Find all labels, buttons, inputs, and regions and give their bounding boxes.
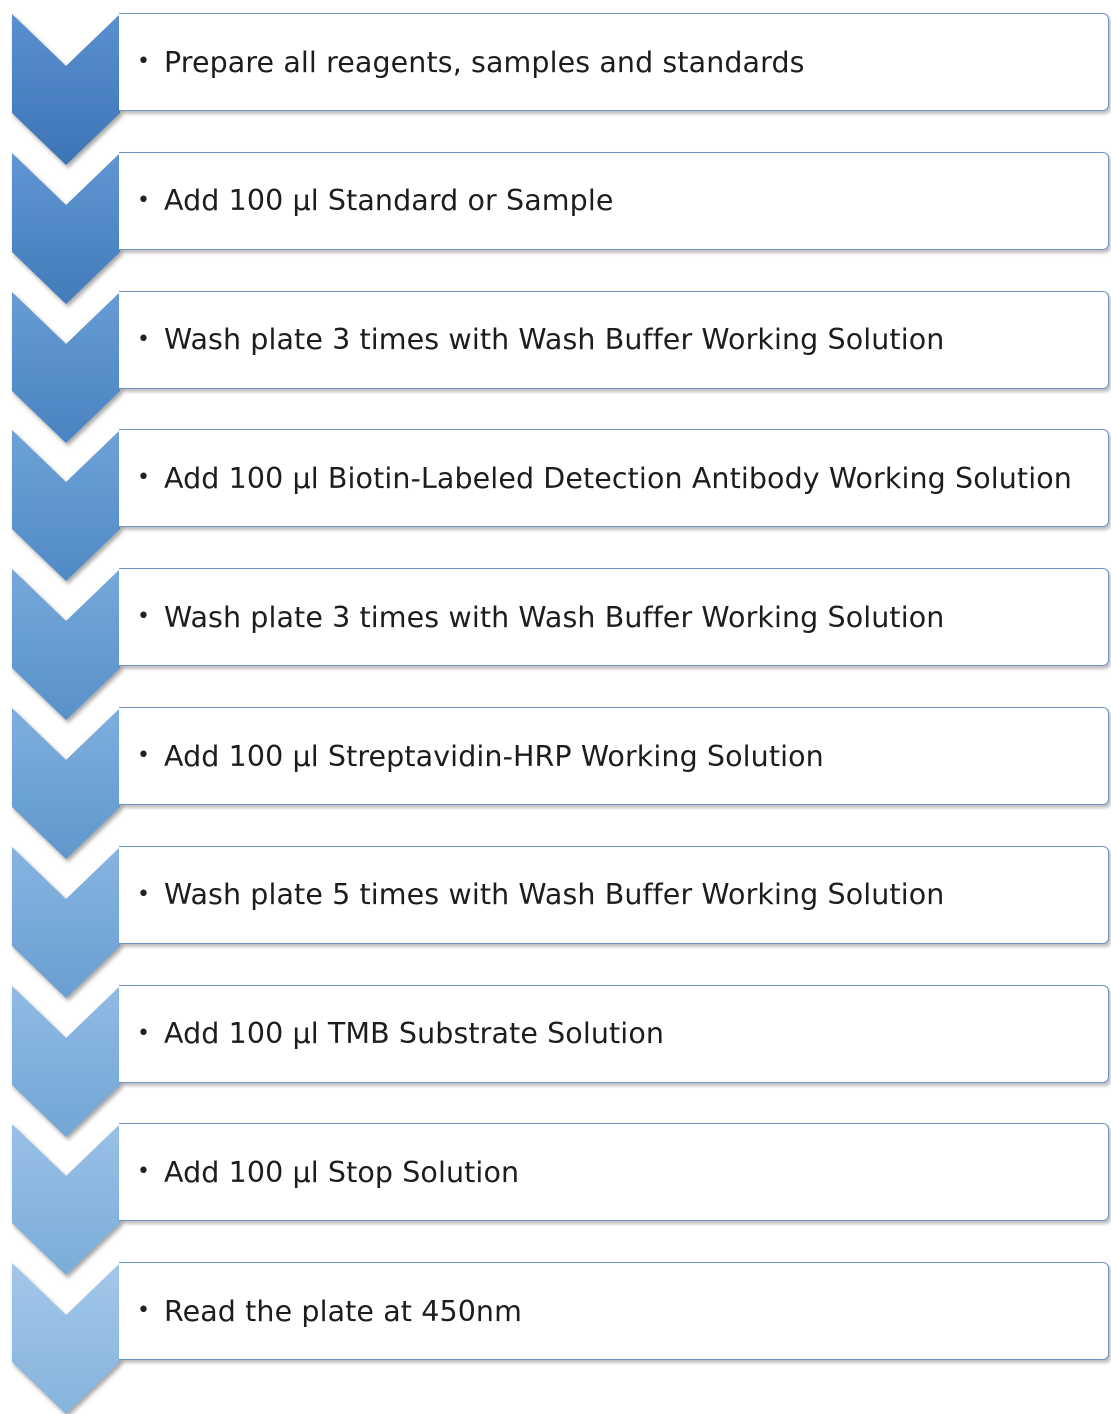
process-step-10: • Read the plate at 450nm [0,1249,1111,1414]
process-step-6: • Add 100 µl Streptavidin-HRP Working Sol… [0,694,1111,859]
bullet-icon: • [137,49,150,74]
step-box: • Read the plate at 450nm [119,1262,1109,1361]
step-label: Add 100 µl Stop Solution [163,1155,520,1189]
bullet-icon: • [137,1159,150,1185]
step-box: • Wash plate 3 times with Wash Buffer Wor… [119,290,1109,389]
bullet-icon: • [137,604,150,630]
step-label: Add 100 µl Streptavidin-HRP Working Solu… [163,739,824,773]
chevron-down-arrow-icon [0,416,130,582]
step-box: • Add 100 µl TMB Substrate Solution [119,984,1109,1083]
step-box: • Prepare all reagents, samples and stand… [119,13,1109,111]
bullet-icon: • [137,1020,150,1046]
chevron-down-arrow-icon [0,694,130,859]
step-box: • Add 100 µl Biotin-Labeled Detection Ant… [119,429,1109,528]
process-step-8: • Add 100 µl TMB Substrate Solution [0,972,1111,1137]
step-label: Add 100 µl Biotin-Labeled Detection Anti… [163,461,1072,495]
step-box: • Add 100 µl Stop Solution [119,1123,1109,1222]
process-step-4: • Add 100 µl Biotin-Labeled Detection Ant… [0,416,1111,582]
process-step-5: • Wash plate 3 times with Wash Buffer Wor… [0,555,1111,721]
bullet-icon: • [137,1298,150,1324]
process-step-9: • Add 100 µl Stop Solution [0,1110,1111,1276]
step-label: Add 100 µl TMB Substrate Solution [163,1017,665,1051]
process-flow-diagram: • Prepare all reagents, samples and stand… [0,0,1111,1414]
step-label: Wash plate 3 times with Wash Buffer Work… [163,600,945,634]
bullet-icon: • [137,187,150,213]
step-box: • Wash plate 5 times with Wash Buffer Wor… [119,845,1109,944]
chevron-shape [12,1263,120,1414]
chevron-down-arrow-icon [0,833,130,998]
step-box: • Add 100 µl Standard or Sample [119,151,1109,250]
process-step-3: • Wash plate 3 times with Wash Buffer Wor… [0,278,1111,443]
step-label: Read the plate at 450nm [163,1294,522,1328]
chevron-down-arrow-icon [0,1110,130,1276]
chevron-down-arrow-icon [0,278,130,443]
chevron-down-arrow-icon [0,1249,130,1414]
process-step-2: • Add 100 µl Standard or Sample [0,139,1111,304]
chevron-down-arrow-icon [0,139,130,304]
step-label: Add 100 µl Standard or Sample [163,184,614,218]
chevron-down-arrow-icon [0,972,130,1137]
step-label: Wash plate 5 times with Wash Buffer Work… [163,878,945,912]
bullet-icon: • [137,743,150,768]
step-box: • Wash plate 3 times with Wash Buffer Wor… [119,568,1109,667]
step-label: Prepare all reagents, samples and standa… [163,45,805,79]
step-box: • Add 100 µl Streptavidin-HRP Working Sol… [119,707,1109,805]
chevron-down-arrow-icon [0,555,130,721]
chevron-down-arrow-icon [0,0,130,165]
process-step-1: • Prepare all reagents, samples and stand… [0,0,1111,165]
process-step-7: • Wash plate 5 times with Wash Buffer Wor… [0,833,1111,998]
step-label: Wash plate 3 times with Wash Buffer Work… [163,323,945,357]
bullet-icon: • [137,881,150,907]
bullet-icon: • [137,326,150,352]
bullet-icon: • [137,465,150,491]
